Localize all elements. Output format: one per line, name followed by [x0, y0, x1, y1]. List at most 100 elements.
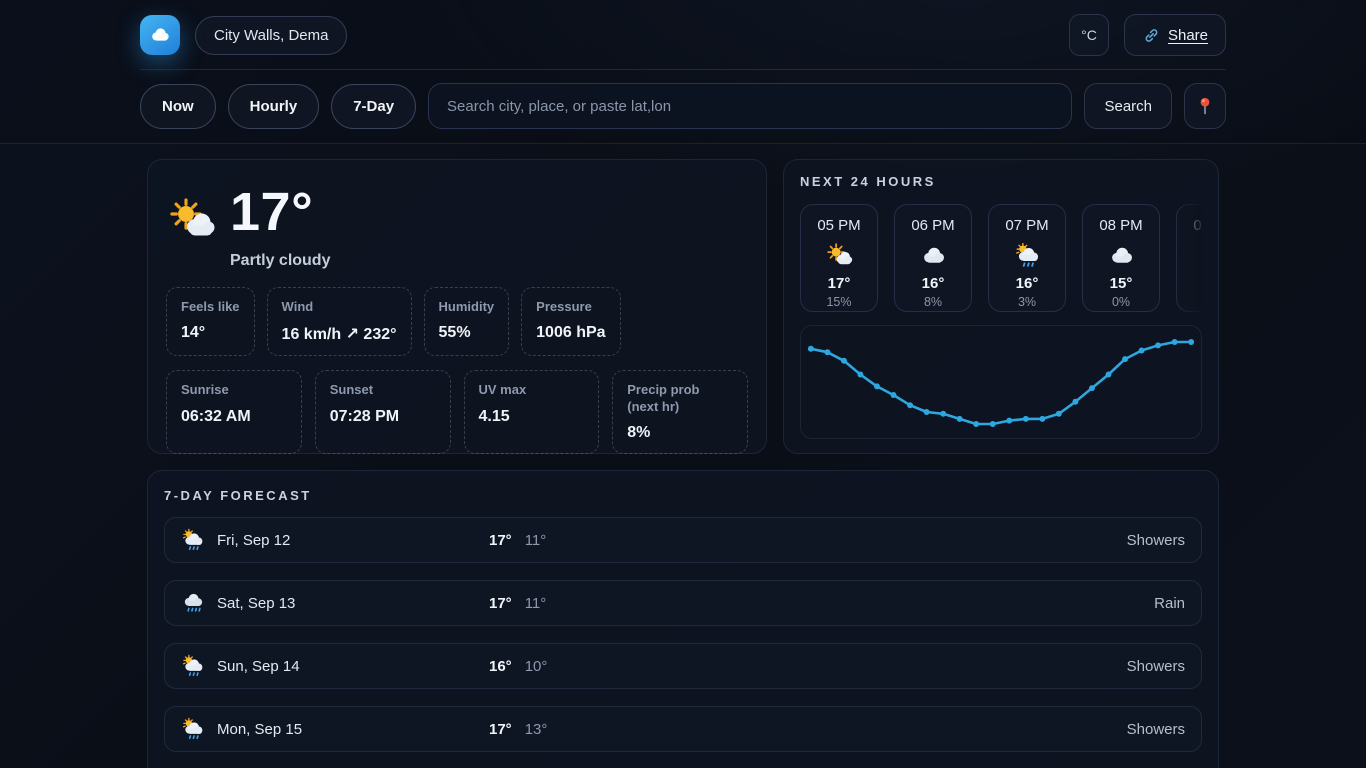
stat-value: 1006 hPa: [536, 324, 605, 342]
hour-precip: 3%: [1018, 295, 1036, 309]
forecast-day: Sat, Sep 13: [217, 595, 489, 612]
main-content: 17° Partly cloudy Feels like 14° Wind 16 km…: [147, 159, 1219, 768]
unit-toggle-button[interactable]: °C: [1069, 14, 1109, 56]
link-icon: [1142, 26, 1161, 45]
stat-value: 06:32 AM: [181, 408, 287, 426]
stat-tile: UV max 4.15: [464, 370, 600, 454]
forecast-condition: Rain: [1154, 595, 1185, 612]
stat-value: 8%: [627, 424, 733, 442]
cloud-icon: [920, 242, 947, 269]
hour-card[interactable]: 06 PM 16° 8%: [894, 204, 972, 312]
hour-precip: 0%: [1112, 295, 1130, 309]
sun-rain-icon: [181, 654, 205, 678]
app-header: City Walls, Dema °C Share Now Hourly 7-D…: [0, 0, 1366, 144]
forecast-day: Sun, Sep 14: [217, 658, 489, 675]
hour-precip: 8%: [924, 295, 942, 309]
cloud-icon: [148, 23, 172, 47]
stat-label: Sunrise: [181, 382, 287, 398]
forecast-condition: Showers: [1127, 721, 1185, 738]
sun-rain-icon: [1014, 242, 1041, 269]
forecast-high: 17°: [489, 721, 512, 738]
current-temperature: 17°: [230, 184, 313, 241]
forecast-low: 13°: [525, 721, 548, 738]
stat-tile: Pressure 1006 hPa: [521, 287, 620, 356]
stat-value: 14°: [181, 324, 240, 342]
stat-label: Feels like: [181, 299, 240, 315]
stat-label: Wind: [282, 299, 397, 315]
forecast-condition: Showers: [1127, 658, 1185, 675]
hour-temp: 16°: [922, 275, 945, 292]
hour-temp: 17°: [828, 275, 851, 292]
forecast-day: Fri, Sep 12: [217, 532, 489, 549]
nav-bar: Now Hourly 7-Day Search: [140, 70, 1226, 143]
partly-cloudy-icon: [168, 196, 216, 244]
stat-tile: Humidity 55%: [424, 287, 510, 356]
location-chip[interactable]: City Walls, Dema: [195, 16, 347, 55]
hour-precip: 15%: [826, 295, 851, 309]
seven-day-forecast-title: 7-DAY FORECAST: [164, 488, 1202, 503]
stat-label: UV max: [479, 382, 585, 398]
hourly-temperature-chart: [800, 325, 1202, 439]
rain-icon: [181, 591, 205, 615]
forecast-low: 11°: [525, 595, 547, 612]
stat-tile: Sunset 07:28 PM: [315, 370, 451, 454]
stat-tile: Sunrise 06:32 AM: [166, 370, 302, 454]
sun-cloud-icon: [826, 242, 853, 269]
stat-label: Pressure: [536, 299, 605, 315]
hour-temp: 15°: [1110, 275, 1133, 292]
next-24-hours-title: NEXT 24 HOURS: [800, 174, 1202, 189]
forecast-low: 10°: [525, 658, 548, 675]
stat-label: Sunset: [330, 382, 436, 398]
current-stats-row-2: Sunrise 06:32 AM Sunset 07:28 PM UV max 4.15 P…: [166, 370, 748, 454]
hour-time: 07 PM: [1005, 217, 1048, 234]
hour-card[interactable]: 07 PM 16° 3%: [988, 204, 1066, 312]
tab-7day[interactable]: 7-Day: [331, 84, 416, 129]
share-label: Share: [1168, 27, 1208, 44]
hour-time: 05 PM: [817, 217, 860, 234]
forecast-list: Fri, Sep 1217°11°ShowersSat, Sep 1317°11…: [164, 517, 1202, 768]
hour-card[interactable]: 09 PM15°0%: [1176, 204, 1202, 312]
hour-time: 06 PM: [911, 217, 954, 234]
cloud-icon: [1202, 242, 1203, 269]
stat-tile: Wind 16 km/h ↗ 232°: [267, 287, 412, 356]
seven-day-forecast-card: 7-DAY FORECAST Fri, Sep 1217°11°ShowersS…: [147, 470, 1219, 768]
stat-tile: Precip prob (next hr) 8%: [612, 370, 748, 454]
cloud-icon: [1108, 242, 1135, 269]
hour-temp: 16°: [1016, 275, 1039, 292]
forecast-row[interactable]: Mon, Sep 1517° 13° Showers: [164, 706, 1202, 752]
title-bar: City Walls, Dema °C Share: [140, 0, 1226, 70]
tab-hourly[interactable]: Hourly: [228, 84, 320, 129]
pushpin-icon: [1194, 95, 1216, 117]
stat-label: Precip prob (next hr): [627, 382, 733, 415]
current-stats-row-1: Feels like 14° Wind 16 km/h ↗ 232° Humidity 5…: [166, 287, 748, 356]
forecast-row[interactable]: Sun, Sep 1416° 10° Showers: [164, 643, 1202, 689]
forecast-high: 17°: [489, 595, 512, 612]
search-button[interactable]: Search: [1084, 83, 1172, 129]
next-24-hours-card: NEXT 24 HOURS 05 PM 17° 15% 06 PM 16° 8% 07 PM…: [783, 159, 1219, 454]
forecast-low: 11°: [525, 532, 547, 549]
hour-time: 09 PM: [1193, 217, 1202, 234]
hourly-strip[interactable]: 05 PM17°15%06 PM16°8%07 PM16°3%08 PM15°0…: [800, 204, 1202, 312]
stat-label: Humidity: [439, 299, 495, 315]
search-input[interactable]: [428, 83, 1072, 129]
locate-button[interactable]: [1184, 83, 1226, 129]
share-button[interactable]: Share: [1124, 14, 1226, 56]
stat-value: 07:28 PM: [330, 408, 436, 426]
forecast-condition: Showers: [1127, 532, 1185, 549]
stat-value: 16 km/h ↗ 232°: [282, 324, 397, 344]
sun-rain-icon: [181, 528, 205, 552]
tab-now[interactable]: Now: [140, 84, 216, 129]
stat-value: 4.15: [479, 408, 585, 426]
hour-time: 08 PM: [1099, 217, 1142, 234]
sun-rain-icon: [181, 717, 205, 741]
app-logo: [140, 15, 180, 55]
stat-value: 55%: [439, 324, 495, 342]
hour-card[interactable]: 08 PM 15° 0%: [1082, 204, 1160, 312]
forecast-day: Mon, Sep 15: [217, 721, 489, 738]
current-condition: Partly cloudy: [230, 252, 748, 270]
forecast-row[interactable]: Sat, Sep 1317° 11° Rain: [164, 580, 1202, 626]
forecast-row[interactable]: Fri, Sep 1217° 11° Showers: [164, 517, 1202, 563]
hour-card[interactable]: 05 PM 17° 15%: [800, 204, 878, 312]
forecast-high: 16°: [489, 658, 512, 675]
forecast-high: 17°: [489, 532, 512, 549]
